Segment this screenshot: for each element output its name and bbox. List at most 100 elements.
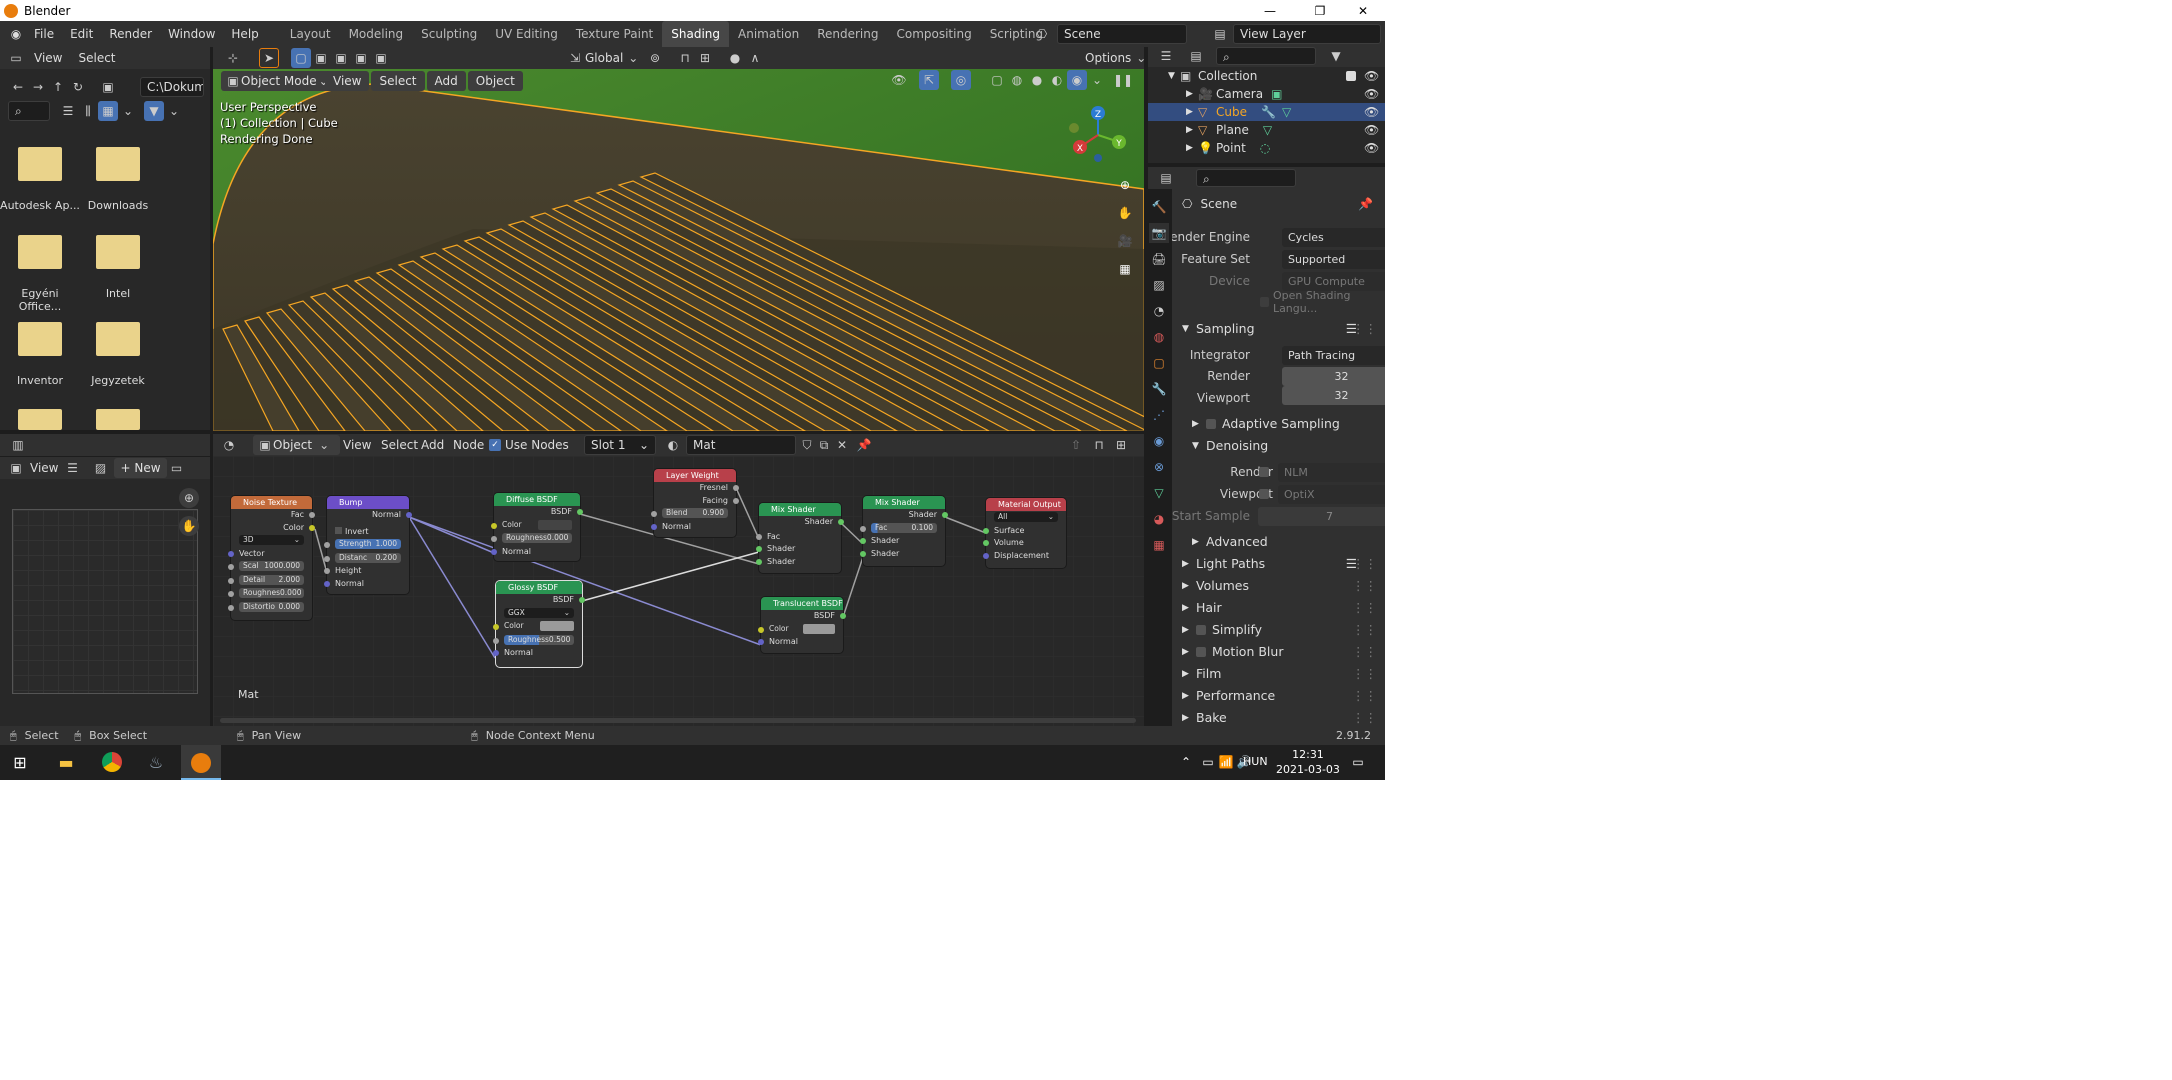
vp-menu-object[interactable]: Object [467,71,523,91]
maximize-button[interactable]: ❐ [1297,0,1343,21]
mesh-data-icon[interactable]: ▽ [1282,103,1291,121]
folder-item[interactable]: Autodesk Ap... [0,147,80,212]
xray-icon[interactable]: ▢ [987,70,1007,90]
node-bump[interactable]: Bump Normal Invert Strength 1.000 Distanc… [324,496,412,594]
socket-normal-in[interactable]: Normal [493,647,582,660]
filter-dropdown-icon[interactable]: ⌄ [164,101,184,121]
display-mode-icon[interactable]: ▤ [1186,46,1206,66]
outliner-plane[interactable]: ▶ ▽ Plane ▽ 👁 [1148,121,1385,139]
3d-viewport[interactable]: ▣ Object Mode ⌄ View Select Add Object 👁… [213,69,1144,431]
transform-orientation[interactable]: ⇲ Global ⌄ [565,48,643,68]
socket-color[interactable]: Color [231,522,315,535]
snap-icon[interactable]: ⊓ [675,48,695,68]
noise-detail-field[interactable]: Detail 2.000 [239,574,304,585]
steam-icon[interactable]: ♨ [146,752,166,772]
overlay-icon[interactable]: ◎ [951,70,971,90]
properties-search-input[interactable]: ⌕ [1196,169,1296,187]
zoom-icon[interactable]: ⊕ [179,488,199,508]
hamburger-icon[interactable]: ☰ [62,458,82,478]
render-samples-field[interactable]: 32 [1282,367,1385,386]
tab-texture-paint[interactable]: Texture Paint [567,21,662,47]
film-panel[interactable]: ▶ Film ⋮⋮ [1172,663,1385,685]
advanced-panel-header[interactable]: ▶ Advanced [1172,531,1385,553]
eye-icon[interactable]: 👁 [1364,103,1379,121]
pause-icon[interactable]: ❚❚ [1113,70,1133,90]
data-tab-icon[interactable]: ▽ [1149,483,1169,503]
bump-strength-field[interactable]: Strength 1.000 [335,539,401,549]
socket-displacement[interactable]: Displacement [983,550,1066,563]
menu-render[interactable]: Render [101,21,160,47]
diffuse-color-swatch[interactable] [538,519,572,530]
refresh-icon[interactable]: ↻ [68,77,88,97]
scene-icon[interactable]: ⎔ [1032,24,1052,44]
camera-view-icon[interactable]: 🎥 [1115,231,1135,251]
node-noise-texture[interactable]: Noise Texture Fac Color 3D ⌄ Vector Scal 1… [228,496,315,620]
socket-volume[interactable]: Volume [983,537,1066,550]
object-tab-icon[interactable]: ▢ [1149,353,1169,373]
material-tab-icon[interactable]: ◕ [1149,509,1169,529]
denoise-render-checkbox[interactable] [1259,467,1269,477]
ie-menu-view[interactable]: View [26,455,62,481]
forward-icon[interactable]: → [28,77,48,97]
menu-edit[interactable]: Edit [62,21,101,47]
gizmo-icon[interactable]: ⇱ [919,70,939,90]
expand-icon[interactable]: ▶ [1186,121,1198,139]
filter-icon[interactable]: ▼ [1326,46,1346,66]
socket-normal-in[interactable]: Normal [758,636,843,649]
image-icon[interactable]: ▨ [90,458,110,478]
tab-sculpting[interactable]: Sculpting [412,21,486,47]
open-image-icon[interactable]: ▭ [167,458,187,478]
noise-roughness-field[interactable]: Roughnes 0.000 [239,588,304,598]
select-extend-icon[interactable]: ▣ [311,48,331,68]
vp-menu-view[interactable]: View [325,71,370,91]
render-engine-dropdown[interactable]: Cycles⌄ [1282,227,1385,247]
outliner-point[interactable]: ▶ 💡 Point ◌ 👁 [1148,139,1385,157]
socket-facing[interactable]: Facing [654,495,739,508]
physics-tab-icon[interactable]: ◉ [1149,431,1169,451]
tab-shading[interactable]: Shading [662,21,729,47]
snap-node-icon[interactable]: ⊓ [1089,435,1109,455]
simplify-panel[interactable]: ▶ Simplify ⋮⋮ [1172,619,1385,641]
folder-icon[interactable] [18,409,62,430]
device-dropdown[interactable]: GPU Compute⌄ [1282,271,1385,291]
mesh-data-icon[interactable]: ▽ [1263,121,1272,139]
solid-shading-icon[interactable]: ● [1027,70,1047,90]
rendered-shading-icon[interactable]: ◉ [1067,70,1087,90]
blender-taskbar-button[interactable] [181,745,221,780]
scene-tab-icon[interactable]: ◔ [1149,301,1169,321]
select-invert-icon[interactable]: ▣ [351,48,371,68]
feature-set-dropdown[interactable]: Supported⌄ [1282,249,1385,269]
slot-dropdown[interactable]: Slot 1 ⌄ [584,435,656,455]
socket-shader-out[interactable]: Shader [863,509,948,522]
shader-editor-icon[interactable]: ◔ [219,435,239,455]
material-name-field[interactable]: Mat [686,435,796,455]
outliner-cube[interactable]: ▶ ▽ Cube 🔧 ▽ 👁 [1148,103,1385,121]
parent-dir-icon[interactable]: ↑ [48,77,68,97]
menu-window[interactable]: Window [160,21,223,47]
list-vertical-icon[interactable]: ☰ [58,101,78,121]
expand-icon[interactable]: ▼ [1168,67,1180,85]
render-tab-icon[interactable]: 📷 [1149,223,1169,243]
light-data-icon[interactable]: ◌ [1260,139,1270,157]
battery-icon[interactable]: ▭ [1198,752,1218,772]
bump-distance-field[interactable]: Distanc 0.200 [335,552,401,563]
close-window-button[interactable]: ✕ [1340,0,1385,21]
use-nodes-checkbox[interactable]: ✓ Use Nodes [489,438,569,452]
snap-node-target-icon[interactable]: ⊞ [1111,435,1131,455]
path-field[interactable]: C:\Dokum... [140,77,204,97]
hand-icon[interactable]: ✋ [179,516,199,536]
socket-normal-out[interactable]: Normal [327,509,412,522]
options-dropdown[interactable]: Options ⌄ [1085,48,1151,68]
translucent-color-swatch[interactable] [803,623,835,634]
select-new-icon[interactable]: ▢ [291,48,311,68]
socket-shader-out[interactable]: Shader [759,516,844,529]
adaptive-sampling-panel[interactable]: ▶ Adaptive Sampling [1172,413,1385,435]
tab-rendering[interactable]: Rendering [808,21,887,47]
fb-search-input[interactable]: ⌕ [8,101,50,121]
zoom-view-icon[interactable]: ⊕ [1115,175,1135,195]
menu-help[interactable]: Help [223,21,266,47]
select-intersect-icon[interactable]: ▣ [371,48,391,68]
tab-animation[interactable]: Animation [729,21,808,47]
chevron-down-icon[interactable]: ⌄ [1087,70,1107,90]
light-paths-panel[interactable]: ▶ Light Paths ☰ ⋮⋮ [1172,553,1385,575]
